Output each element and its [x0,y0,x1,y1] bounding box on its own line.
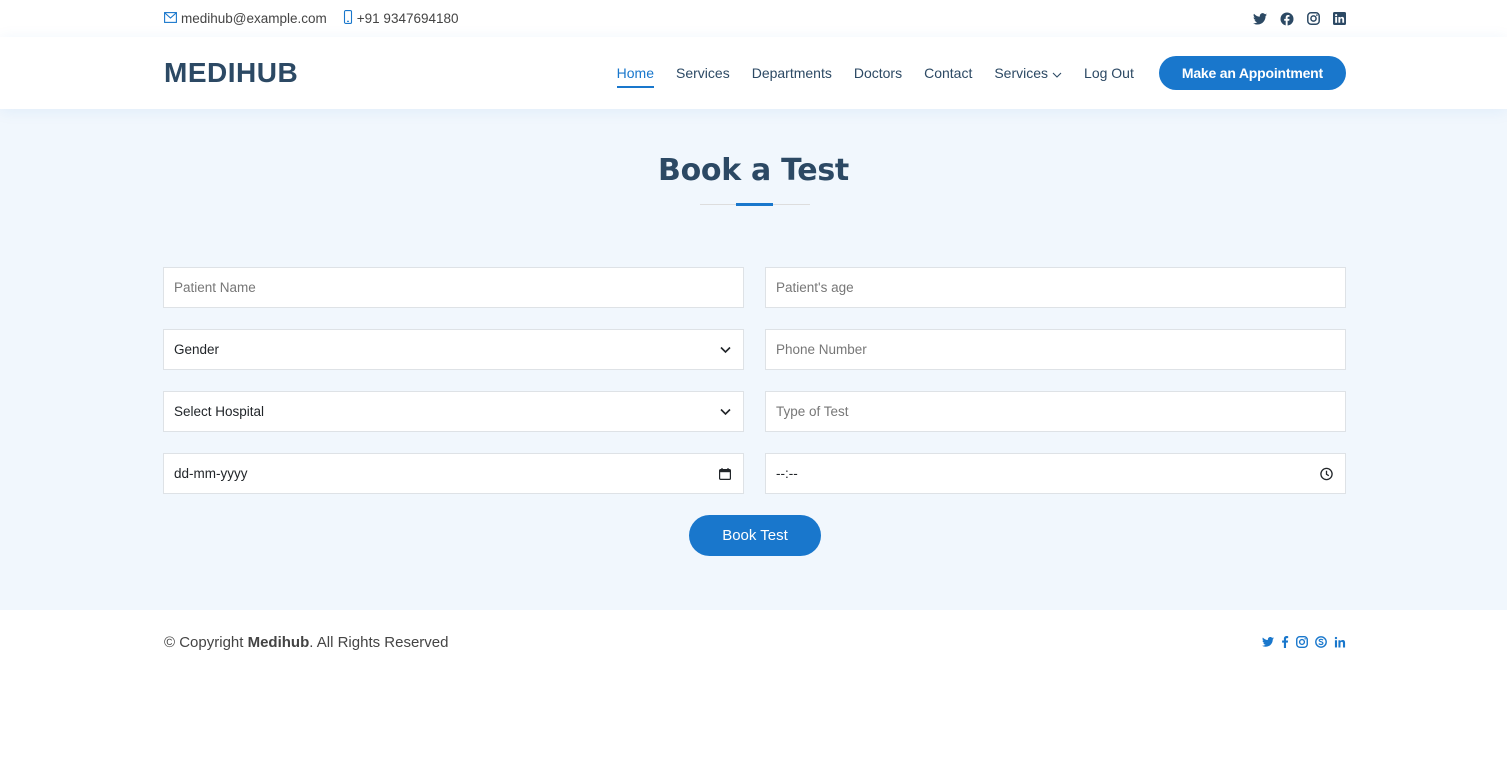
title-accent-bar [736,203,773,206]
page-title: Book a Test [658,153,849,188]
nav-home[interactable]: Home [616,58,655,88]
site-logo[interactable]: MEDIHUB [164,57,298,89]
nav-services-dropdown-label: Services [994,65,1049,81]
site-footer: © Copyright Medihub. All Rights Reserved [0,610,1507,674]
patient-name-placeholder: Patient Name [174,280,256,295]
copyright-suffix: . All Rights Reserved [309,633,449,651]
chevron-down-icon [720,346,731,353]
copyright-prefix: © Copyright [164,633,248,651]
hospital-select-value: Select Hospital [174,404,265,419]
phone-number-placeholder: Phone Number [776,342,867,357]
nav-departments[interactable]: Departments [752,58,832,88]
linkedin-icon[interactable] [1333,12,1346,25]
book-test-button[interactable]: Book Test [689,515,821,556]
gender-select[interactable]: Gender [163,329,744,370]
patient-age-placeholder: Patient's age [776,280,854,295]
calendar-icon[interactable] [719,467,731,480]
date-input-value: dd-mm-yyyy [174,466,248,481]
nav-contact[interactable]: Contact [924,58,972,88]
chevron-down-icon [720,408,731,415]
top-bar: medihub@example.com +91 9347694180 [0,0,1507,37]
instagram-icon[interactable] [1307,12,1320,25]
make-appointment-button[interactable]: Make an Appointment [1158,56,1346,90]
patient-name-input[interactable]: Patient Name [163,267,744,308]
envelope-icon [164,11,181,26]
test-type-placeholder: Type of Test [776,404,849,419]
nav-services-dropdown[interactable]: Services [994,58,1062,88]
top-social-links [1253,12,1346,26]
facebook-icon[interactable] [1280,12,1294,26]
facebook-icon[interactable] [1281,636,1289,648]
site-header: MEDIHUB Home Services Departments Doctor… [0,37,1507,109]
contact-info: medihub@example.com +91 9347694180 [164,10,459,27]
twitter-icon[interactable] [1262,637,1274,647]
gender-select-value: Gender [174,342,220,357]
email-link[interactable]: medihub@example.com [181,11,327,26]
phone-number-input[interactable]: Phone Number [765,329,1346,370]
time-input-value: --:-- [776,466,798,481]
nav-doctors[interactable]: Doctors [854,58,902,88]
clock-icon[interactable] [1320,467,1333,480]
copyright-text: © Copyright Medihub. All Rights Reserved [164,634,448,651]
section-title: Book a Test [0,153,1507,188]
patient-age-input[interactable]: Patient's age [765,267,1346,308]
date-input[interactable]: dd-mm-yyyy [163,453,744,494]
copyright-brand: Medihub [247,633,310,651]
nav-services[interactable]: Services [676,58,730,88]
main-nav: Home Services Departments Doctors Contac… [616,56,1346,90]
linkedin-icon[interactable] [1334,636,1346,648]
phone-icon [343,10,357,27]
nav-logout[interactable]: Log Out [1084,58,1134,88]
instagram-icon[interactable] [1296,636,1308,648]
test-type-input[interactable]: Type of Test [765,391,1346,432]
skype-icon[interactable] [1315,636,1327,648]
footer-social-links [1262,636,1346,648]
book-test-section: Book a Test Patient Name Patient's age G… [0,109,1507,610]
chevron-down-icon [1052,65,1062,81]
phone-number: +91 9347694180 [356,11,459,26]
twitter-icon[interactable] [1253,12,1267,25]
hospital-select[interactable]: Select Hospital [163,391,744,432]
time-input[interactable]: --:-- [765,453,1346,494]
